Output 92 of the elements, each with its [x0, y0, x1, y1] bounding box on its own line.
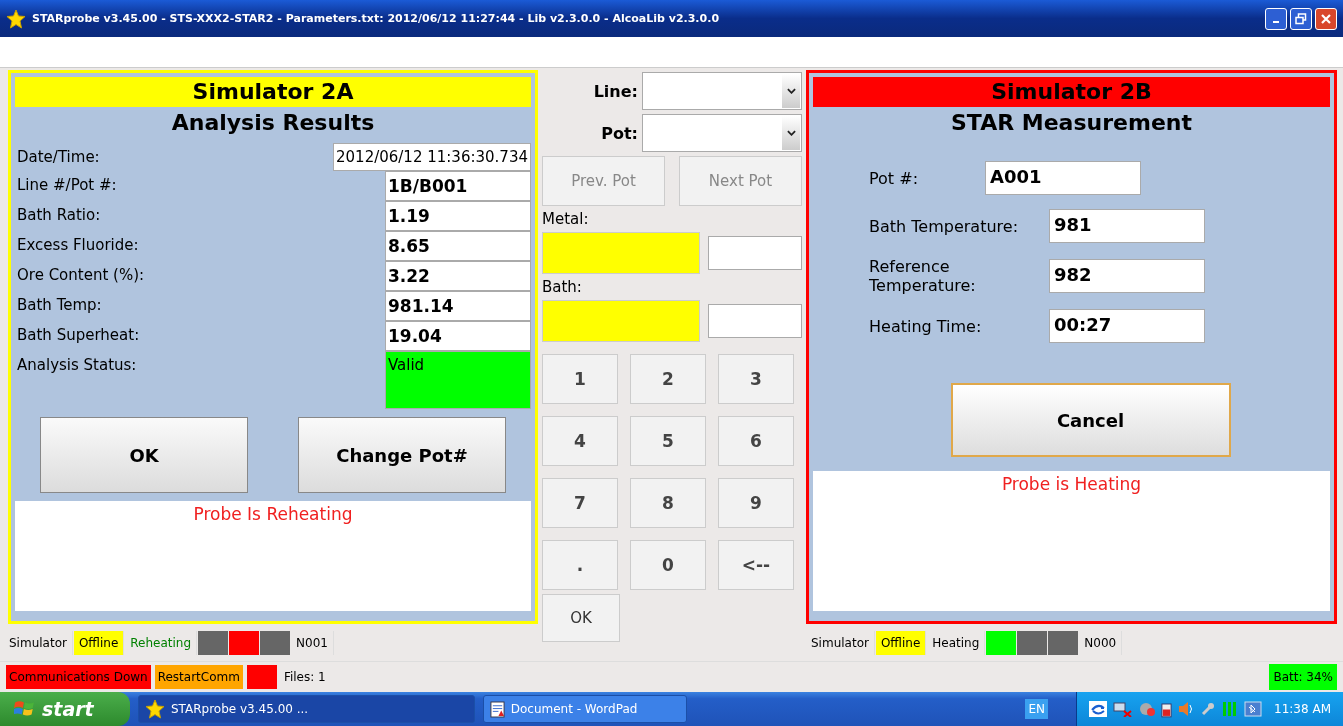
wrench-icon[interactable]: [1200, 701, 1217, 717]
field-label: Metal:: [542, 210, 590, 228]
status-label: Offline: [875, 631, 927, 655]
star-icon: [6, 8, 26, 29]
field-label: Bath:: [542, 278, 583, 296]
pot-dropdown[interactable]: [642, 114, 802, 152]
field-label: Bath Ratio:: [16, 205, 102, 226]
value-field: 982: [1049, 259, 1205, 293]
minimize-icon: [1273, 21, 1279, 23]
chevron-down-icon: [786, 130, 796, 136]
value-field: 8.65: [385, 231, 531, 261]
field-label: Bath Temp:: [16, 295, 103, 316]
keypad-key[interactable]: 5: [630, 416, 706, 466]
panel-subtitle: STAR Measurement: [950, 109, 1193, 137]
field-label: Line:: [592, 81, 638, 101]
keypad-key[interactable]: 1: [542, 354, 618, 404]
action-button[interactable]: OK: [40, 417, 248, 493]
star-icon: [145, 699, 165, 719]
cancel-button[interactable]: Cancel: [950, 383, 1231, 457]
value-field: 981: [1049, 209, 1205, 243]
status-label: Communications Down: [6, 665, 151, 689]
panel-subtitle: Analysis Results: [170, 109, 376, 137]
status-label: RestartComm: [154, 665, 243, 689]
field-label: Date/Time:: [16, 147, 101, 168]
field-label: Reference Temperature:: [869, 257, 977, 295]
field-label: Analysis Status:: [16, 355, 138, 376]
chevron-down-icon: [786, 88, 796, 94]
windows-logo-icon: [14, 699, 36, 719]
keypad-key[interactable]: 4: [542, 416, 618, 466]
keypad-key[interactable]: 8: [630, 478, 706, 528]
network-disconnected-icon[interactable]: [1113, 701, 1134, 717]
keypad-key[interactable]: 6: [718, 416, 794, 466]
action-button[interactable]: Change Pot#: [298, 417, 506, 493]
panel-title: Simulator 2A: [15, 77, 531, 107]
close-button[interactable]: [1315, 7, 1337, 30]
taskbar-button[interactable]: STARprobe v3.45.00 ...: [138, 695, 475, 723]
status-message: Probe Is Reheating: [193, 504, 353, 524]
field-label: Bath Superheat:: [16, 325, 141, 346]
value-field: 1B/B001: [385, 171, 531, 201]
bath-value-field[interactable]: [708, 304, 802, 338]
clock: 11:38 AM: [1274, 702, 1331, 716]
value-field: 2012/06/12 11:36:30.734: [333, 143, 531, 171]
value-field: 1.19: [385, 201, 531, 231]
field-label: Pot:: [600, 123, 638, 143]
status-label: Offline: [73, 631, 125, 655]
value-field: Valid: [385, 351, 531, 409]
restore-button[interactable]: [1290, 7, 1312, 30]
start-button[interactable]: start: [0, 692, 130, 726]
panel-title: Simulator 2B: [813, 77, 1330, 107]
value-field: 981.14: [385, 291, 531, 321]
status-label: Simulator: [4, 631, 73, 655]
status-label: N000: [1079, 631, 1123, 655]
status-label: Reheating: [125, 631, 198, 655]
field-label: Ore Content (%):: [16, 265, 146, 286]
metal-field[interactable]: [542, 232, 700, 274]
sync-icon[interactable]: [1089, 701, 1108, 717]
field-label: Pot #:: [869, 168, 920, 188]
status-label: N001: [291, 631, 334, 655]
metal-value-field[interactable]: [708, 236, 802, 270]
window-title: STARprobe v3.45.00 - STS-XXX2-STAR2 - Parameters.txt: 2012/06/12 11:27:44 - Lib v2.3.0.0 - AlcoaLib v2.3.0.0: [32, 12, 721, 25]
restore-icon: [1295, 12, 1307, 25]
value-field: A001: [985, 161, 1141, 195]
status-label: Simulator: [806, 631, 875, 655]
field-label: Line #/Pot #:: [16, 175, 118, 196]
keypad-key[interactable]: 9: [718, 478, 794, 528]
value-field: 19.04: [385, 321, 531, 351]
close-icon: [1320, 12, 1332, 25]
field-label: Bath Temperature:: [869, 216, 1020, 236]
disc-icon[interactable]: [1139, 701, 1156, 717]
battery-status: Batt: 34%: [1269, 664, 1337, 690]
status-message: Probe is Heating: [1001, 474, 1142, 494]
line-dropdown[interactable]: [642, 72, 802, 110]
battery-icon[interactable]: [1161, 700, 1173, 718]
status-label: Files: 1: [282, 669, 327, 686]
ok-button[interactable]: OK: [542, 594, 620, 642]
keypad-key[interactable]: .: [542, 540, 618, 590]
value-field: 00:27: [1049, 309, 1205, 343]
keypad-key[interactable]: 0: [630, 540, 706, 590]
field-label: Heating Time:: [869, 316, 983, 336]
status-label: Heating: [927, 631, 986, 655]
keypad-key[interactable]: <--: [718, 540, 794, 590]
value-field: 3.22: [385, 261, 531, 291]
taskbar-button[interactable]: Document - WordPad: [482, 695, 687, 723]
document-icon: [489, 700, 505, 718]
speaker-icon[interactable]: [1178, 701, 1195, 717]
minimize-button[interactable]: [1265, 7, 1287, 30]
keypad-key[interactable]: 7: [542, 478, 618, 528]
field-label: Excess Fluoride:: [16, 235, 140, 256]
signal-bars-icon[interactable]: [1222, 701, 1239, 717]
bath-field[interactable]: [542, 300, 700, 342]
keypad-key[interactable]: 2: [630, 354, 706, 404]
keypad-key[interactable]: 3: [718, 354, 794, 404]
